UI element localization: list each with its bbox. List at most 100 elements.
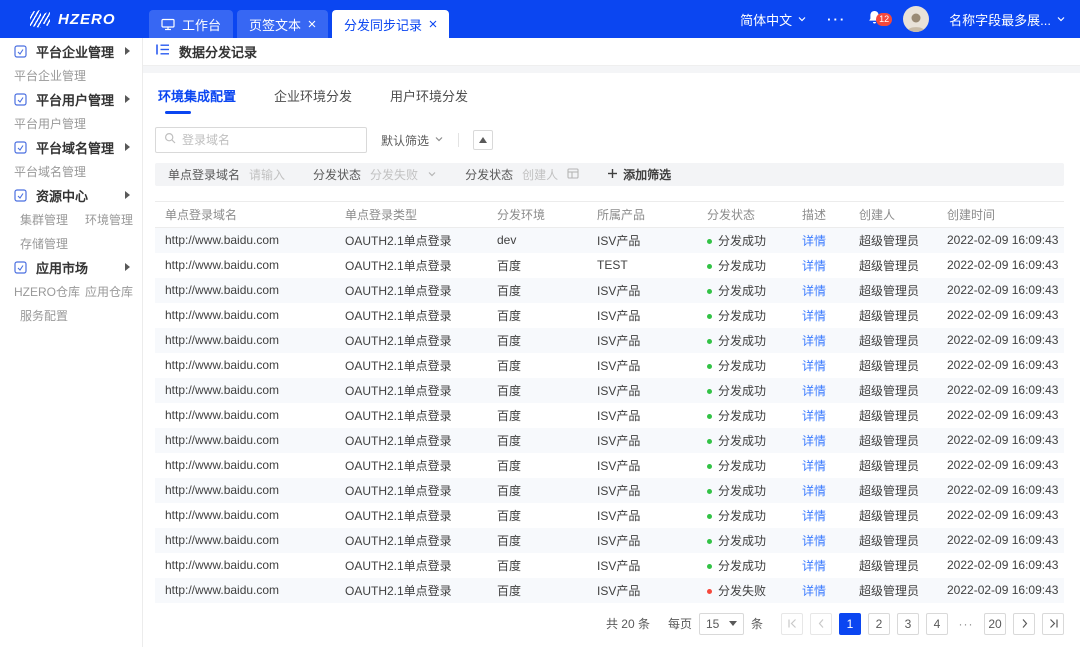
menu-fold-icon[interactable] [155, 43, 170, 61]
collapse-filter-button[interactable] [473, 130, 493, 150]
sidebar-group-app-market[interactable]: 应用市场 [0, 255, 142, 279]
logo[interactable]: HZERO [0, 0, 143, 38]
caret-right-icon [125, 191, 130, 199]
page-button-1[interactable]: 1 [839, 613, 861, 635]
sidebar-item-service-config[interactable]: 服务配置 [14, 307, 78, 324]
close-icon[interactable] [429, 20, 437, 28]
status-dot [707, 339, 712, 344]
filter-value: 分发失败 [370, 166, 418, 183]
first-page-button[interactable] [781, 613, 803, 635]
close-icon[interactable] [308, 20, 316, 28]
more-menu[interactable]: ··· [827, 12, 846, 27]
sidebar-item-user-mgmt[interactable]: 平台用户管理 [14, 115, 86, 132]
menu-group-icon [14, 93, 27, 106]
avatar[interactable] [903, 6, 929, 32]
table-row[interactable]: http://www.baidu.com OAUTH2.1单点登录 百度 TES… [155, 253, 1064, 278]
detail-link[interactable]: 详情 [802, 384, 826, 398]
add-filter-button[interactable]: 添加筛选 [607, 166, 671, 183]
sidebar-item-hzero-repo[interactable]: HZERO仓库 [14, 283, 78, 300]
table-row[interactable]: http://www.baidu.com OAUTH2.1单点登录 dev IS… [155, 228, 1064, 253]
cell-creator: 超级管理员 [849, 303, 937, 328]
nav-tab-page-text[interactable]: 页签文本 [237, 10, 328, 38]
sidebar-item-env-mgmt[interactable]: 环境管理 [85, 211, 149, 228]
cell-created-time: 2022-02-09 16:09:43 [937, 428, 1064, 453]
detail-link[interactable]: 详情 [802, 309, 826, 323]
filter-distribution-status[interactable]: 分发状态 分发失败 [313, 166, 437, 183]
per-page-prefix: 每页 [668, 615, 692, 632]
table-row[interactable]: http://www.baidu.com OAUTH2.1单点登录 百度 ISV… [155, 453, 1064, 478]
page-title: 数据分发记录 [179, 42, 257, 61]
sidebar-group-resource-center[interactable]: 资源中心 [0, 183, 142, 207]
table-row[interactable]: http://www.baidu.com OAUTH2.1单点登录 百度 ISV… [155, 353, 1064, 378]
sidebar-item-domain-mgmt[interactable]: 平台域名管理 [14, 163, 86, 180]
table-row[interactable]: http://www.baidu.com OAUTH2.1单点登录 百度 ISV… [155, 503, 1064, 528]
user-menu[interactable]: 名称字段最多展... [949, 10, 1066, 29]
cell-created-time: 2022-02-09 16:09:43 [937, 503, 1064, 528]
sidebar-item-enterprise-mgmt[interactable]: 平台企业管理 [14, 67, 86, 84]
cell-env: 百度 [487, 578, 587, 603]
detail-link[interactable]: 详情 [802, 559, 826, 573]
cell-status: 分发成功 [697, 303, 792, 328]
table-row[interactable]: http://www.baidu.com OAUTH2.1单点登录 百度 ISV… [155, 303, 1064, 328]
table-row[interactable]: http://www.baidu.com OAUTH2.1单点登录 百度 ISV… [155, 328, 1064, 353]
prev-page-button[interactable] [810, 613, 832, 635]
detail-link[interactable]: 详情 [802, 484, 826, 498]
last-page-button[interactable] [1042, 613, 1064, 635]
detail-link[interactable]: 详情 [802, 234, 826, 248]
detail-link[interactable]: 详情 [802, 584, 826, 598]
search-input[interactable] [182, 133, 358, 147]
next-page-button[interactable] [1013, 613, 1035, 635]
page-size-select[interactable]: 15 [699, 613, 744, 635]
detail-link[interactable]: 详情 [802, 409, 826, 423]
sidebar-group-domain-mgmt[interactable]: 平台域名管理 [0, 135, 142, 159]
detail-link[interactable]: 详情 [802, 459, 826, 473]
cell-created-time: 2022-02-09 16:09:43 [937, 278, 1064, 303]
lookup-icon[interactable] [567, 168, 579, 182]
sidebar-item-cluster-mgmt[interactable]: 集群管理 [14, 211, 78, 228]
page-button-20[interactable]: 20 [984, 613, 1006, 635]
table-row[interactable]: http://www.baidu.com OAUTH2.1单点登录 百度 ISV… [155, 278, 1064, 303]
cell-env: 百度 [487, 428, 587, 453]
detail-link[interactable]: 详情 [802, 434, 826, 448]
default-filter-select[interactable]: 默认筛选 [381, 132, 444, 149]
tab-env-integration-config[interactable]: 环境集成配置 [158, 86, 236, 114]
cell-product: ISV产品 [587, 378, 697, 403]
language-switcher[interactable]: 简体中文 [740, 10, 807, 29]
table-row[interactable]: http://www.baidu.com OAUTH2.1单点登录 百度 ISV… [155, 578, 1064, 603]
tab-user-env-distribution[interactable]: 用户环境分发 [390, 86, 468, 114]
default-filter-label: 默认筛选 [381, 132, 429, 149]
filter-sso-domain[interactable]: 单点登录域名 请输入 [168, 166, 285, 183]
sidebar-item-storage-mgmt[interactable]: 存储管理 [14, 235, 78, 252]
filter-creator[interactable]: 分发状态 创建人 [465, 166, 579, 183]
table-row[interactable]: http://www.baidu.com OAUTH2.1单点登录 百度 ISV… [155, 428, 1064, 453]
nav-tab-distribution-log[interactable]: 分发同步记录 [332, 10, 449, 38]
sidebar-group-enterprise-mgmt[interactable]: 平台企业管理 [0, 39, 142, 63]
page-button-2[interactable]: 2 [868, 613, 890, 635]
detail-link[interactable]: 详情 [802, 509, 826, 523]
page-button-3[interactable]: 3 [897, 613, 919, 635]
cell-status: 分发成功 [697, 553, 792, 578]
cell-product: TEST [587, 253, 697, 278]
notification-bell[interactable]: 12 [866, 9, 883, 30]
cell-product: ISV产品 [587, 578, 697, 603]
tab-enterprise-env-distribution[interactable]: 企业环境分发 [274, 86, 352, 114]
sidebar-subrow: 平台用户管理 [0, 111, 142, 135]
detail-link[interactable]: 详情 [802, 534, 826, 548]
sidebar-group-user-mgmt[interactable]: 平台用户管理 [0, 87, 142, 111]
sidebar-item-app-repo[interactable]: 应用仓库 [85, 283, 149, 300]
detail-link[interactable]: 详情 [802, 334, 826, 348]
table-row[interactable]: http://www.baidu.com OAUTH2.1单点登录 百度 ISV… [155, 553, 1064, 578]
cell-product: ISV产品 [587, 403, 697, 428]
table-row[interactable]: http://www.baidu.com OAUTH2.1单点登录 百度 ISV… [155, 378, 1064, 403]
detail-link[interactable]: 详情 [802, 259, 826, 273]
table-row[interactable]: http://www.baidu.com OAUTH2.1单点登录 百度 ISV… [155, 478, 1064, 503]
page-button-4[interactable]: 4 [926, 613, 948, 635]
nav-tab-workbench[interactable]: 工作台 [149, 10, 233, 38]
cell-description: 详情 [792, 403, 849, 428]
cell-sso-type: OAUTH2.1单点登录 [335, 503, 487, 528]
detail-link[interactable]: 详情 [802, 359, 826, 373]
table-row[interactable]: http://www.baidu.com OAUTH2.1单点登录 百度 ISV… [155, 403, 1064, 428]
cell-sso-domain: http://www.baidu.com [155, 503, 335, 528]
detail-link[interactable]: 详情 [802, 284, 826, 298]
table-row[interactable]: http://www.baidu.com OAUTH2.1单点登录 百度 ISV… [155, 528, 1064, 553]
